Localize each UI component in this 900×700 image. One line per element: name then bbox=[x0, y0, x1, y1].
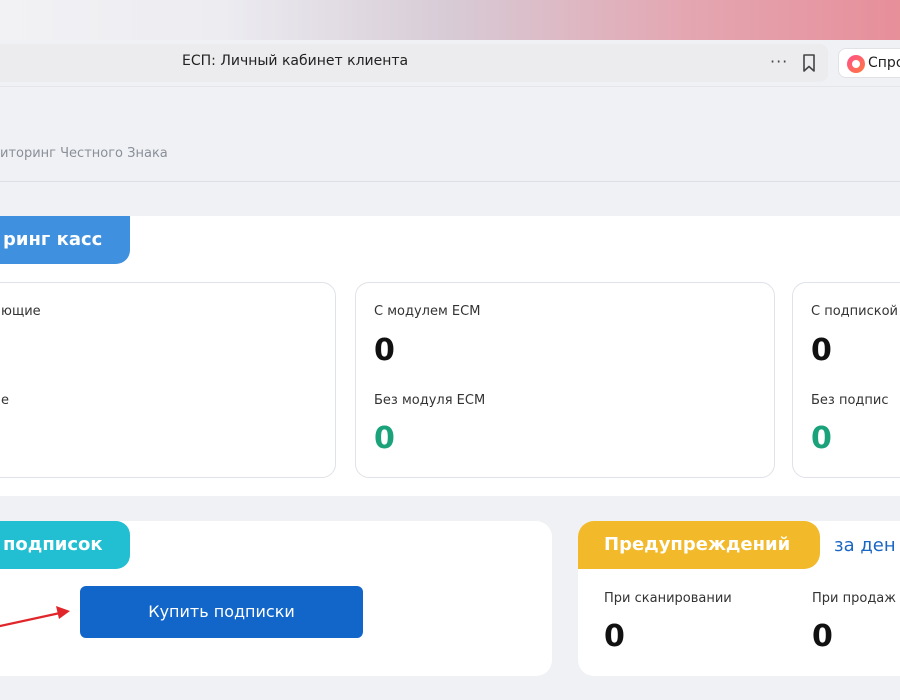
active-registers-card: ющие е bbox=[0, 282, 336, 478]
red-arrow-icon bbox=[0, 606, 70, 628]
with-ecm-value: 0 bbox=[374, 333, 395, 368]
with-ecm-label: С модулем ECM bbox=[374, 304, 481, 319]
chrome-divider bbox=[0, 86, 900, 87]
with-subscription-label: С подпиской bbox=[811, 304, 899, 319]
scan-warnings-value: 0 bbox=[604, 619, 625, 654]
buy-subscriptions-button[interactable]: Купить подписки bbox=[80, 586, 363, 638]
page-title: ЕСП: Личный кабинет клиента bbox=[182, 53, 409, 69]
browser-top-bar bbox=[0, 0, 900, 40]
bookmark-icon[interactable] bbox=[802, 54, 816, 72]
alice-icon bbox=[847, 55, 865, 73]
more-options-icon[interactable]: ··· bbox=[770, 52, 788, 71]
with-subscription-value: 0 bbox=[811, 333, 832, 368]
without-subscription-label: Без подпис bbox=[811, 393, 889, 408]
without-ecm-value: 0 bbox=[374, 421, 395, 456]
ask-button-label: Спро bbox=[868, 55, 900, 71]
period-day-link[interactable]: за ден bbox=[834, 535, 896, 556]
subscriptions-tag: подписок bbox=[0, 521, 130, 569]
subscription-card: С подпиской 0 Без подпис 0 bbox=[792, 282, 900, 478]
sale-warnings-label: При продаж bbox=[812, 591, 896, 606]
breadcrumb-divider bbox=[0, 181, 900, 182]
monitoring-tag: ринг касс bbox=[0, 216, 130, 264]
sale-warnings-value: 0 bbox=[812, 619, 833, 654]
without-ecm-label: Без модуля ECM bbox=[374, 393, 486, 408]
breadcrumb[interactable]: иторинг Честного Знака bbox=[0, 146, 168, 161]
card-a-label-top: ющие bbox=[1, 304, 41, 319]
card-a-label-bottom: е bbox=[1, 393, 9, 408]
warnings-tag: Предупреждений bbox=[578, 521, 820, 569]
address-bar[interactable] bbox=[0, 44, 828, 82]
without-subscription-value: 0 bbox=[811, 421, 832, 456]
ask-button[interactable]: Спро bbox=[838, 48, 900, 78]
scan-warnings-label: При сканировании bbox=[604, 591, 732, 606]
ecm-module-card: С модулем ECM 0 Без модуля ECM 0 bbox=[355, 282, 775, 478]
